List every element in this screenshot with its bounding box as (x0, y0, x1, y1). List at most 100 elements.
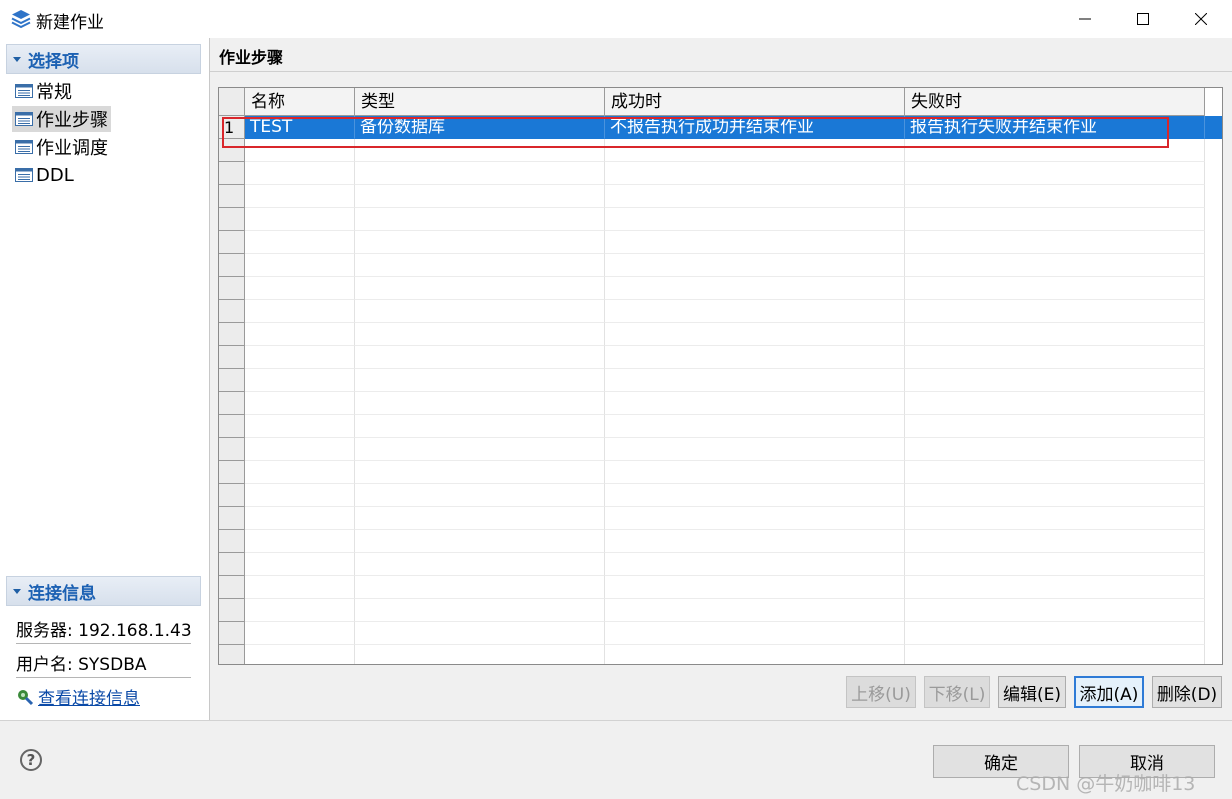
empty-table-row[interactable] (219, 277, 1205, 300)
empty-cell[interactable] (605, 185, 905, 208)
close-button[interactable] (1172, 0, 1230, 38)
row-header[interactable] (219, 139, 245, 162)
row-header[interactable] (219, 369, 245, 392)
empty-cell[interactable] (355, 530, 605, 553)
empty-table-row[interactable] (219, 208, 1205, 231)
empty-cell[interactable] (905, 323, 1205, 346)
empty-table-row[interactable] (219, 185, 1205, 208)
empty-cell[interactable] (355, 139, 605, 162)
empty-cell[interactable] (355, 415, 605, 438)
empty-cell[interactable] (905, 553, 1205, 576)
empty-cell[interactable] (605, 231, 905, 254)
empty-table-row[interactable] (219, 231, 1205, 254)
empty-table-row[interactable] (219, 369, 1205, 392)
empty-cell[interactable] (355, 622, 605, 645)
empty-cell[interactable] (355, 346, 605, 369)
empty-cell[interactable] (245, 162, 355, 185)
empty-cell[interactable] (605, 484, 905, 507)
empty-table-row[interactable] (219, 484, 1205, 507)
empty-cell[interactable] (245, 346, 355, 369)
empty-table-row[interactable] (219, 415, 1205, 438)
empty-cell[interactable] (605, 392, 905, 415)
column-header-success[interactable]: 成功时 (605, 88, 905, 116)
empty-cell[interactable] (245, 530, 355, 553)
empty-cell[interactable] (355, 645, 605, 664)
nav-item-job-schedule[interactable]: 作业调度 (12, 134, 111, 160)
empty-cell[interactable] (905, 346, 1205, 369)
add-button[interactable]: 添加(A) (1074, 676, 1144, 708)
empty-cell[interactable] (245, 277, 355, 300)
empty-cell[interactable] (905, 231, 1205, 254)
empty-cell[interactable] (355, 576, 605, 599)
empty-cell[interactable] (355, 300, 605, 323)
empty-cell[interactable] (905, 507, 1205, 530)
row-header[interactable] (219, 622, 245, 645)
empty-table-row[interactable] (219, 162, 1205, 185)
row-header[interactable] (219, 576, 245, 599)
row-header[interactable] (219, 484, 245, 507)
empty-cell[interactable] (605, 346, 905, 369)
empty-cell[interactable] (905, 622, 1205, 645)
row-header[interactable] (219, 185, 245, 208)
help-icon[interactable]: ? (20, 749, 42, 771)
empty-cell[interactable] (605, 208, 905, 231)
empty-cell[interactable] (605, 300, 905, 323)
nav-item-general[interactable]: 常规 (12, 78, 75, 104)
edit-button[interactable]: 编辑(E) (998, 676, 1066, 708)
move-up-button[interactable]: 上移(U) (846, 676, 916, 708)
empty-cell[interactable] (355, 461, 605, 484)
empty-table-row[interactable] (219, 139, 1205, 162)
empty-cell[interactable] (355, 507, 605, 530)
maximize-button[interactable] (1114, 0, 1172, 38)
cell-name[interactable]: TEST (245, 116, 355, 139)
empty-cell[interactable] (245, 254, 355, 277)
row-header[interactable] (219, 392, 245, 415)
options-section-header[interactable]: 选择项 (6, 44, 201, 74)
row-header[interactable] (219, 645, 245, 664)
empty-table-row[interactable] (219, 323, 1205, 346)
empty-cell[interactable] (905, 530, 1205, 553)
empty-table-row[interactable] (219, 254, 1205, 277)
empty-table-row[interactable] (219, 553, 1205, 576)
empty-table-row[interactable] (219, 599, 1205, 622)
empty-cell[interactable] (905, 645, 1205, 664)
cell-type[interactable]: 备份数据库 (355, 116, 605, 139)
empty-table-row[interactable] (219, 645, 1205, 664)
empty-cell[interactable] (355, 392, 605, 415)
empty-cell[interactable] (245, 323, 355, 346)
empty-cell[interactable] (605, 139, 905, 162)
empty-cell[interactable] (905, 599, 1205, 622)
empty-table-row[interactable] (219, 622, 1205, 645)
empty-table-row[interactable] (219, 461, 1205, 484)
row-header[interactable] (219, 461, 245, 484)
empty-cell[interactable] (605, 599, 905, 622)
row-header[interactable] (219, 208, 245, 231)
nav-item-job-steps[interactable]: 作业步骤 (12, 106, 111, 132)
column-header-type[interactable]: 类型 (355, 88, 605, 116)
empty-cell[interactable] (245, 415, 355, 438)
empty-cell[interactable] (605, 507, 905, 530)
empty-table-row[interactable] (219, 530, 1205, 553)
empty-cell[interactable] (605, 415, 905, 438)
empty-cell[interactable] (905, 185, 1205, 208)
empty-cell[interactable] (605, 438, 905, 461)
connection-section-header[interactable]: 连接信息 (6, 576, 201, 606)
nav-item-ddl[interactable]: DDL (12, 162, 77, 188)
empty-cell[interactable] (605, 645, 905, 664)
row-header[interactable] (219, 346, 245, 369)
empty-cell[interactable] (355, 254, 605, 277)
empty-cell[interactable] (245, 185, 355, 208)
minimize-button[interactable] (1056, 0, 1114, 38)
empty-cell[interactable] (905, 277, 1205, 300)
row-header[interactable] (219, 530, 245, 553)
view-connection-link[interactable]: 查看连接信息 (16, 684, 140, 709)
empty-cell[interactable] (245, 645, 355, 664)
row-header[interactable] (219, 162, 245, 185)
empty-cell[interactable] (245, 300, 355, 323)
column-header-name[interactable]: 名称 (245, 88, 355, 116)
empty-cell[interactable] (905, 208, 1205, 231)
empty-cell[interactable] (355, 484, 605, 507)
empty-cell[interactable] (355, 599, 605, 622)
cell-success[interactable]: 不报告执行成功并结束作业 (605, 116, 905, 139)
empty-cell[interactable] (605, 461, 905, 484)
